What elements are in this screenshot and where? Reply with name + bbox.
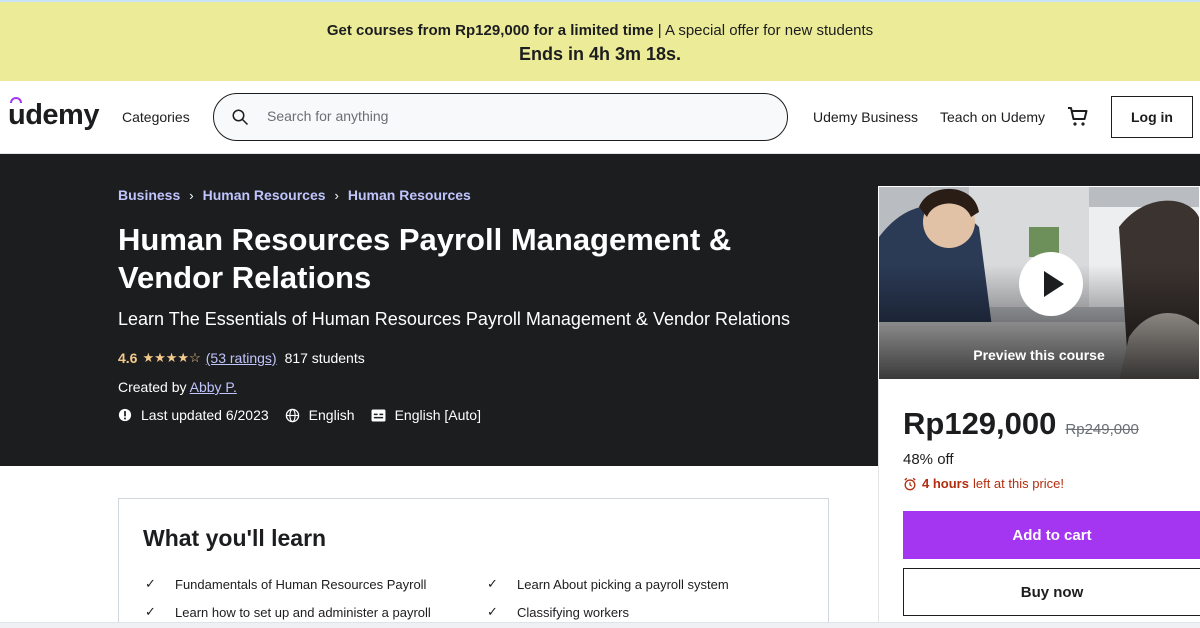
captions-icon [371,408,386,422]
promo-offer-strong: Get courses from Rp129,000 for a limited… [326,22,654,39]
what-you-will-learn: What you'll learn ✓ Fundamentals of Huma… [118,498,829,628]
discount-percent: 48% off [903,451,954,468]
buy-now-button[interactable]: Buy now [903,568,1200,616]
learn-title: What you'll learn [143,525,327,551]
login-button[interactable]: Log in [1111,96,1193,138]
promo-offer-rest: | A special offer for new students [653,22,874,39]
globe-icon [285,408,299,422]
preview-label[interactable]: Preview this course [879,347,1199,363]
play-icon[interactable] [1019,252,1083,316]
learn-item-text: Fundamentals of Human Resources Payroll [175,576,427,592]
learn-item: ✓ Fundamentals of Human Resources Payrol… [145,576,426,592]
teach-on-udemy-link[interactable]: Teach on Udemy [940,109,1045,125]
udemy-logo[interactable]: udemy [8,99,99,132]
ratings-link[interactable]: (53 ratings) [206,350,277,366]
promo-banner: Get courses from Rp129,000 for a limited… [0,0,1200,81]
check-icon: ✓ [145,604,156,619]
search-input[interactable] [267,108,747,124]
purchase-card: Rp129,000 Rp249,000 48% off 4 hours left… [878,380,1200,628]
learn-item: ✓ Learn About picking a payroll system [487,576,729,592]
promo-countdown: Ends in 4h 3m 18s. [518,44,682,64]
categories-link[interactable]: Categories [122,109,190,125]
breadcrumb-item[interactable]: Human Resources [348,187,471,203]
last-updated-text: Last updated 6/2023 [141,407,269,423]
check-icon: ✓ [487,604,498,619]
breadcrumb-item[interactable]: Business [118,187,180,203]
promo-offer-text: Get courses from Rp129,000 for a limited… [0,22,1200,39]
created-by: Created by Abby P. [118,379,237,395]
search-bar[interactable] [213,93,788,141]
check-icon: ✓ [145,576,156,591]
top-header: udemy Categories Udemy Business Teach on… [0,81,1200,154]
captions-text: English [Auto] [394,407,481,423]
cart-icon[interactable] [1066,105,1090,129]
bottom-edge [0,622,1200,628]
breadcrumb: Business › Human Resources › Human Resou… [118,187,471,203]
breadcrumb-item[interactable]: Human Resources [203,187,326,203]
course-title: Human Resources Payroll Management & Ven… [118,222,732,295]
timer-hours: 4 hours [922,476,969,491]
learn-item-text: Learn About picking a payroll system [517,576,729,592]
learn-item: ✓ Classifying workers [487,604,629,620]
chevron-right-icon: › [334,187,339,203]
rating-value: 4.6 [118,350,138,366]
student-count: 817 students [284,350,365,366]
rating-row: 4.6 ★★★★☆ (53 ratings) 817 students [118,350,365,366]
timer-text: left at this price! [972,476,1065,491]
course-preview[interactable]: Preview this course [878,186,1200,380]
check-icon: ✓ [487,576,498,591]
last-updated: Last updated 6/2023 [118,407,269,423]
course-meta: Last updated 6/2023 English English [Aut… [118,407,497,423]
udemy-business-link[interactable]: Udemy Business [813,109,918,125]
alarm-clock-icon [904,477,916,490]
star-rating-icon: ★★★★☆ [142,350,201,365]
course-language: English [285,407,355,423]
language-text: English [308,407,355,423]
learn-item-text: Classifying workers [517,604,629,620]
original-price: Rp249,000 [1065,421,1139,438]
created-by-label: Created by [118,379,190,395]
alert-badge-icon [118,408,132,422]
add-to-cart-button[interactable]: Add to cart [903,511,1200,559]
current-price: Rp129,000 [903,406,1057,441]
course-subtitle: Learn The Essentials of Human Resources … [118,309,791,329]
price-row: Rp129,000 Rp249,000 [903,406,1139,442]
course-captions: English [Auto] [371,407,481,423]
chevron-right-icon: › [189,187,194,203]
price-timer: 4 hours left at this price! [903,476,1064,491]
search-icon[interactable] [231,108,249,126]
learn-item: ✓ Learn how to set up and administer a p… [145,604,431,620]
author-link[interactable]: Abby P. [190,379,237,395]
learn-item-text: Learn how to set up and administer a pay… [175,604,431,620]
